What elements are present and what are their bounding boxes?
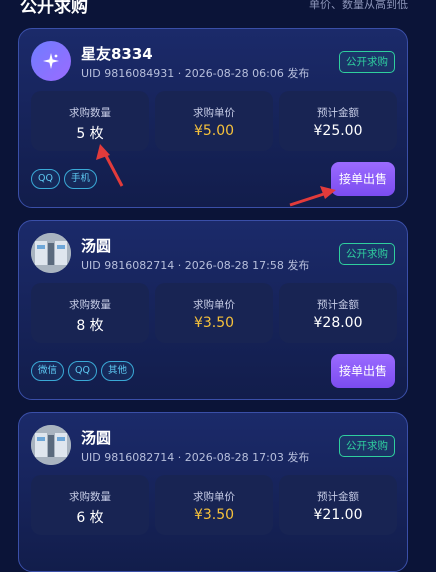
photo-avatar bbox=[31, 233, 71, 273]
tag-list: QQ 手机 bbox=[31, 169, 97, 189]
user-meta: UID 9816082714 · 2026-08-28 17:58 发布 bbox=[81, 259, 310, 272]
price-stat: 求购单价 ¥3.50 bbox=[155, 475, 273, 535]
user-name: 汤圆 bbox=[81, 237, 112, 255]
status-badge: 公开求购 bbox=[339, 243, 395, 265]
request-card: 汤圆 UID 9816082714 · 2026-08-28 17:03 发布 … bbox=[18, 412, 408, 572]
tag: QQ bbox=[68, 361, 97, 381]
avatar[interactable] bbox=[31, 233, 71, 273]
total-value: ¥28.00 bbox=[313, 315, 363, 331]
sell-button[interactable]: 接单出售 bbox=[331, 354, 395, 388]
tag: 其他 bbox=[100, 361, 134, 381]
price-value: ¥3.50 bbox=[193, 507, 235, 523]
price-label: 求购单价 bbox=[193, 107, 235, 119]
total-stat: 预计金额 ¥28.00 bbox=[279, 283, 397, 343]
total-label: 预计金额 bbox=[317, 491, 359, 503]
tag: QQ bbox=[31, 169, 60, 189]
user-meta: UID 9816082714 · 2026-08-28 17:03 发布 bbox=[81, 451, 310, 464]
page-title: 公开求购 bbox=[20, 0, 88, 17]
price-value: ¥3.50 bbox=[193, 315, 235, 331]
total-label: 预计金额 bbox=[317, 299, 359, 311]
tag-list: 微信 QQ 其他 bbox=[31, 361, 134, 381]
quantity-value: 5 枚 bbox=[76, 126, 104, 142]
tag: 手机 bbox=[63, 169, 97, 189]
price-stat: 求购单价 ¥3.50 bbox=[155, 283, 273, 343]
quantity-label: 求购数量 bbox=[69, 491, 111, 503]
total-value: ¥25.00 bbox=[313, 123, 363, 139]
price-label: 求购单价 bbox=[193, 299, 235, 311]
quantity-value: 6 枚 bbox=[76, 510, 104, 526]
list-header: 公开求购 单价、数量从高到低 bbox=[0, 0, 436, 17]
price-value: ¥5.00 bbox=[193, 123, 235, 139]
tag: 微信 bbox=[31, 361, 65, 381]
user-name: 汤圆 bbox=[81, 429, 112, 447]
price-stat: 求购单价 ¥5.00 bbox=[155, 91, 273, 151]
user-meta: UID 9816084931 · 2026-08-28 06:06 发布 bbox=[81, 67, 310, 80]
price-label: 求购单价 bbox=[193, 491, 235, 503]
avatar[interactable] bbox=[31, 41, 71, 81]
quantity-stat: 求购数量 6 枚 bbox=[31, 475, 149, 535]
status-badge: 公开求购 bbox=[339, 51, 395, 73]
photo-avatar bbox=[31, 425, 71, 465]
quantity-stat: 求购数量 5 枚 bbox=[31, 91, 149, 151]
quantity-value: 8 枚 bbox=[76, 318, 104, 334]
status-badge: 公开求购 bbox=[339, 435, 395, 457]
total-value: ¥21.00 bbox=[313, 507, 363, 523]
total-stat: 预计金额 ¥25.00 bbox=[279, 91, 397, 151]
sort-label[interactable]: 单价、数量从高到低 bbox=[309, 0, 408, 12]
request-card: 汤圆 UID 9816082714 · 2026-08-28 17:58 发布 … bbox=[18, 220, 408, 400]
quantity-stat: 求购数量 8 枚 bbox=[31, 283, 149, 343]
request-card: 星友8334 UID 9816084931 · 2026-08-28 06:06… bbox=[18, 28, 408, 208]
user-name: 星友8334 bbox=[81, 45, 153, 63]
sparkle-icon bbox=[43, 53, 59, 69]
sell-button[interactable]: 接单出售 bbox=[331, 162, 395, 196]
total-label: 预计金额 bbox=[317, 107, 359, 119]
quantity-label: 求购数量 bbox=[69, 107, 111, 119]
total-stat: 预计金额 ¥21.00 bbox=[279, 475, 397, 535]
quantity-label: 求购数量 bbox=[69, 299, 111, 311]
avatar[interactable] bbox=[31, 425, 71, 465]
